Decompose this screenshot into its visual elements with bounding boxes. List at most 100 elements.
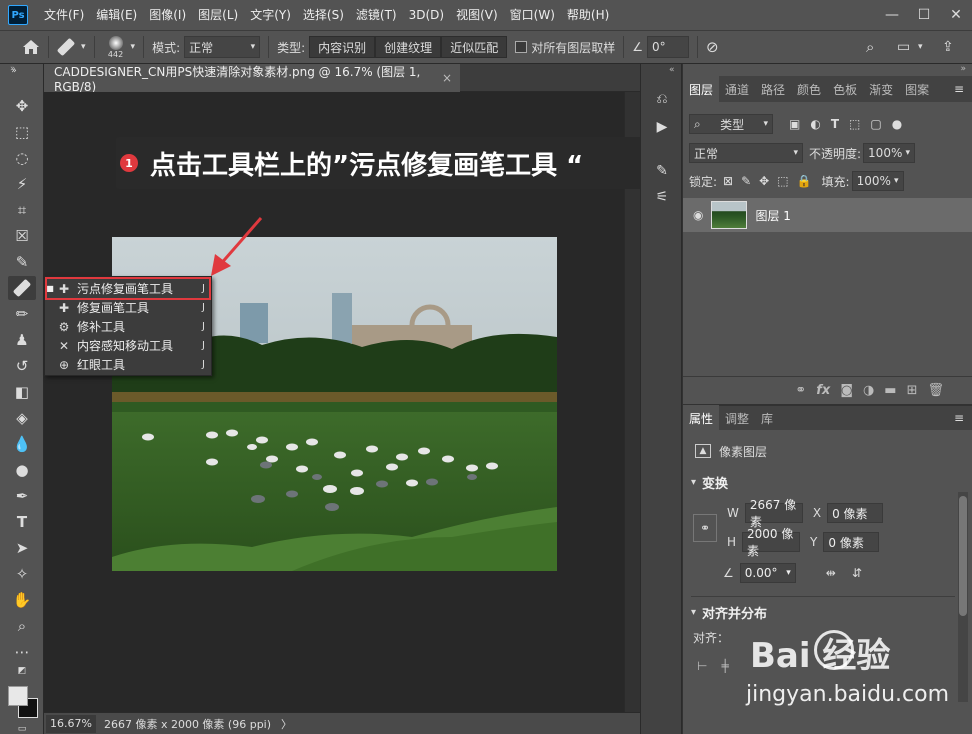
fill-input[interactable]: 100% ▾ bbox=[851, 171, 904, 191]
collapse-icon[interactable]: « bbox=[669, 65, 675, 75]
rotation-input[interactable]: 0.00° ▾ bbox=[739, 563, 796, 583]
y-input[interactable]: 0 像素 bbox=[823, 532, 880, 552]
layer-name[interactable]: 图层 1 bbox=[755, 207, 790, 224]
actions-play-icon[interactable]: ▶ bbox=[651, 116, 673, 138]
tool-preset-picker[interactable]: ▾ bbox=[56, 37, 86, 57]
tab-adjustments[interactable]: 调整 bbox=[719, 405, 755, 431]
magic-wand-tool-icon[interactable]: ⚡ bbox=[8, 172, 36, 196]
blur-tool-icon[interactable]: 💧 bbox=[8, 432, 36, 456]
tab-color[interactable]: 颜色 bbox=[791, 76, 827, 102]
close-button[interactable]: ✕ bbox=[940, 0, 972, 30]
type-proximity-match-button[interactable]: 近似匹配 bbox=[441, 36, 508, 58]
shape-filter-icon[interactable]: ⬚ bbox=[849, 117, 860, 131]
crop-tool-icon[interactable]: ⌗ bbox=[8, 198, 36, 222]
chevron-down-icon[interactable]: ▾ bbox=[131, 42, 136, 52]
flyout-item-content-aware-move[interactable]: ✕ 内容感知移动工具 J bbox=[45, 336, 211, 355]
menu-window[interactable]: 窗口(W) bbox=[504, 0, 561, 30]
tab-properties[interactable]: 属性 bbox=[683, 405, 720, 431]
flip-horizontal-icon[interactable]: ⇹ bbox=[826, 566, 836, 580]
tab-swatches[interactable]: 色板 bbox=[827, 76, 863, 102]
tab-paths[interactable]: 路径 bbox=[755, 76, 791, 102]
align-center-icon[interactable]: ╪ bbox=[721, 659, 728, 673]
shape-tool-icon[interactable]: ✧ bbox=[8, 562, 36, 586]
visibility-eye-icon[interactable]: ◉ bbox=[693, 208, 703, 222]
menu-type[interactable]: 文字(Y) bbox=[244, 0, 297, 30]
stamp-tool-icon[interactable]: ♟ bbox=[8, 328, 36, 352]
smart-filter-icon[interactable]: ▢ bbox=[870, 117, 881, 131]
flip-vertical-icon[interactable]: ⇵ bbox=[852, 566, 862, 580]
tab-gradients[interactable]: 渐变 bbox=[863, 76, 899, 102]
close-icon[interactable]: × bbox=[442, 71, 452, 85]
brush-picker[interactable]: 442 bbox=[103, 35, 129, 59]
collapse-icon[interactable]: » bbox=[960, 64, 966, 74]
foreground-color-swatch[interactable] bbox=[8, 686, 28, 706]
lock-position-icon[interactable]: ✥ bbox=[759, 174, 769, 188]
properties-scrollbar[interactable] bbox=[958, 492, 968, 702]
brush-tool-icon[interactable]: ✏ bbox=[8, 302, 36, 326]
adjustment-icon[interactable]: ◑ bbox=[863, 383, 874, 398]
menu-select[interactable]: 选择(S) bbox=[297, 0, 350, 30]
link-icon[interactable]: ⚭ bbox=[795, 383, 806, 398]
paint-bucket-tool-icon[interactable]: ◈ bbox=[8, 406, 36, 430]
chevron-down-icon[interactable]: ▾ bbox=[918, 42, 923, 52]
panel-menu-icon[interactable]: ≡ bbox=[954, 82, 964, 96]
mode-select[interactable]: 正常 ▾ bbox=[184, 36, 261, 58]
spot-healing-tool-icon[interactable] bbox=[8, 276, 36, 300]
menu-view[interactable]: 视图(V) bbox=[450, 0, 504, 30]
home-icon[interactable] bbox=[22, 39, 40, 55]
type-tool-icon[interactable]: T bbox=[8, 510, 36, 534]
frame-tool-icon[interactable]: ☒ bbox=[8, 224, 36, 248]
align-left-icon[interactable]: ⊢ bbox=[697, 659, 707, 673]
maximize-button[interactable]: ☐ bbox=[908, 0, 940, 30]
layer-row[interactable]: ◉ 图层 1 bbox=[683, 198, 972, 232]
workspace-icon[interactable]: ▭ bbox=[897, 39, 910, 55]
filter-kind-select[interactable]: ⌕ 类型 ▾ bbox=[689, 114, 773, 134]
lock-transparent-icon[interactable]: ⊠ bbox=[723, 174, 733, 188]
type-filter-icon[interactable]: T bbox=[831, 117, 839, 131]
history-icon[interactable]: ⎌ bbox=[651, 88, 673, 110]
tab-libraries[interactable]: 库 bbox=[755, 405, 779, 431]
tab-patterns[interactable]: 图案 bbox=[899, 76, 935, 102]
lock-artboard-icon[interactable]: ⬚ bbox=[777, 174, 788, 188]
lasso-tool-icon[interactable]: ◌ bbox=[8, 146, 36, 170]
brush-settings-icon[interactable]: ✎ bbox=[651, 160, 673, 182]
menu-3d[interactable]: 3D(D) bbox=[403, 0, 450, 30]
width-input[interactable]: 2667 像素 bbox=[744, 498, 803, 529]
marquee-tool-icon[interactable]: ⬚ bbox=[8, 120, 36, 144]
panel-menu-icon[interactable]: ≡ bbox=[954, 411, 964, 425]
pixel-filter-icon[interactable]: ▣ bbox=[789, 117, 800, 131]
tab-channels[interactable]: 通道 bbox=[719, 76, 755, 102]
transform-header[interactable]: ▾ 变换 bbox=[683, 472, 972, 492]
height-input[interactable]: 2000 像素 bbox=[742, 527, 801, 558]
status-menu-icon[interactable]: 〉 bbox=[281, 716, 292, 732]
more-tools-icon[interactable]: ⋯ bbox=[8, 640, 36, 664]
menu-file[interactable]: 文件(F) bbox=[38, 0, 90, 30]
search-icon[interactable]: ⌕ bbox=[866, 38, 874, 56]
menu-layer[interactable]: 图层(L) bbox=[192, 0, 244, 30]
flyout-item-patch[interactable]: ⚙ 修补工具 J bbox=[45, 317, 211, 336]
menu-help[interactable]: 帮助(H) bbox=[561, 0, 615, 30]
sample-all-layers-checkbox[interactable]: 对所有图层取样 bbox=[515, 39, 615, 56]
fx-icon[interactable]: fx bbox=[816, 383, 830, 398]
hand-tool-icon[interactable]: ✋ bbox=[8, 588, 36, 612]
zoom-tool-icon[interactable]: ⌕ bbox=[8, 614, 36, 638]
move-tool-icon[interactable]: ✥ bbox=[8, 94, 36, 118]
quick-mask-icon[interactable]: ▭ bbox=[8, 724, 36, 734]
history-brush-tool-icon[interactable]: ↺ bbox=[8, 354, 36, 378]
scrollbar-thumb[interactable] bbox=[959, 496, 967, 616]
mask-icon[interactable]: ◙ bbox=[840, 383, 853, 398]
dodge-tool-icon[interactable]: ● bbox=[8, 458, 36, 482]
type-create-texture-button[interactable]: 创建纹理 bbox=[375, 36, 442, 58]
default-colors-icon[interactable]: ◩ bbox=[8, 664, 36, 678]
pen-tool-icon[interactable]: ✒ bbox=[8, 484, 36, 508]
minimize-button[interactable]: — bbox=[876, 0, 908, 30]
filter-toggle-icon[interactable]: ● bbox=[892, 117, 902, 131]
lock-all-icon[interactable]: 🔒 bbox=[797, 174, 812, 188]
new-layer-icon[interactable]: ⊞ bbox=[907, 383, 918, 398]
angle-input[interactable]: 0° bbox=[646, 36, 689, 58]
menu-edit[interactable]: 编辑(E) bbox=[90, 0, 143, 30]
x-input[interactable]: 0 像素 bbox=[827, 503, 884, 523]
align-header[interactable]: ▾ 对齐并分布 bbox=[683, 602, 972, 622]
tab-layers[interactable]: 图层 bbox=[683, 76, 720, 102]
document-tab[interactable]: CADDESIGNER_CN用PS快速清除对象素材.png @ 16.7% (图… bbox=[44, 64, 460, 94]
